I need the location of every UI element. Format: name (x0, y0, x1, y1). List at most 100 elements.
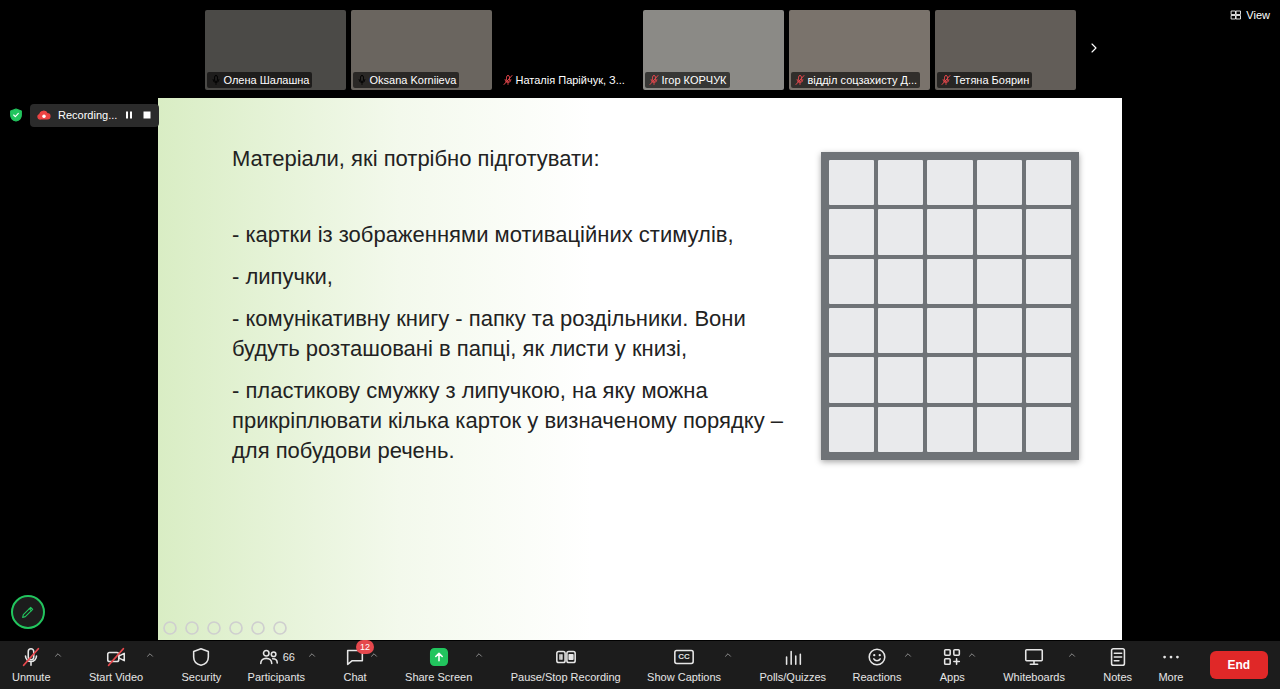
toolbar-label[interactable]: Reactions (852, 670, 901, 684)
photo-card (977, 209, 1022, 254)
shield-button[interactable]: Security (181, 646, 221, 684)
chat-button[interactable]: 12Chat (343, 646, 366, 684)
toolbar-label[interactable]: Show Captions (647, 670, 721, 684)
end-label[interactable]: End (1228, 656, 1251, 674)
toolbar-label[interactable]: Whiteboards (1003, 670, 1065, 684)
poll-icon (782, 646, 804, 668)
slide: Матеріали, які потрібно підготувати:- ка… (158, 98, 1122, 640)
toolbar-label[interactable]: Share Screen (405, 670, 472, 684)
more-button[interactable]: More (1158, 646, 1183, 684)
participant-name: Олена Шалашна (224, 73, 310, 87)
apps-button[interactable]: Apps (940, 646, 965, 684)
share-button[interactable]: Share Screen (405, 646, 472, 684)
photo-card (878, 209, 923, 254)
toolbar-item: 66Participants (248, 646, 317, 684)
icon-row (1160, 646, 1182, 668)
stop-icon[interactable] (141, 109, 153, 121)
toolbar-label[interactable]: Participants (248, 670, 305, 684)
photo-card (1026, 407, 1071, 452)
pause-icon[interactable] (123, 109, 135, 121)
photo-card (829, 308, 874, 353)
toolbar-item: Unmute (12, 646, 63, 684)
toolbar-label[interactable]: Unmute (12, 670, 51, 684)
caret-up-icon[interactable] (307, 650, 317, 660)
name-label: Тетяна Боярин (937, 72, 1033, 88)
toolbar-item: Security (181, 646, 221, 684)
toolbar-label[interactable]: More (1158, 670, 1183, 684)
toolbar-label[interactable]: Chat (343, 670, 366, 684)
bullet-item: - комунікативну книгу - папку та розділь… (232, 304, 802, 364)
board-icon (1023, 646, 1045, 668)
caret-up-icon[interactable] (723, 650, 733, 660)
notes-button[interactable]: Notes (1103, 646, 1132, 684)
photo-card (1026, 308, 1071, 353)
meeting-toolbar: Unmute Start Video Security 66Participants 1… (0, 641, 1280, 689)
photo-card (878, 160, 923, 205)
toolbar-label[interactable]: Apps (940, 670, 965, 684)
caret-up-icon[interactable] (145, 650, 155, 660)
share-area: Матеріали, які потрібно підготувати:- ка… (0, 98, 1280, 641)
cc-button[interactable]: CCShow Captions (647, 646, 721, 684)
caret-up-icon[interactable] (967, 650, 977, 660)
photo-card (927, 209, 972, 254)
cloud-record-icon (36, 107, 52, 123)
photo-card (878, 308, 923, 353)
smile-button[interactable]: Reactions (852, 646, 901, 684)
view-button[interactable]: View (1230, 7, 1270, 24)
more-icon (1160, 646, 1182, 668)
toolbar-label[interactable]: Notes (1103, 670, 1132, 684)
poll-button[interactable]: Polls/Quizzes (759, 646, 826, 684)
photo-card (829, 407, 874, 452)
photo-card (829, 209, 874, 254)
participant-tile[interactable]: Oksana Korniieva (351, 10, 492, 90)
participant-name: відділ соцзахисту Д... (808, 73, 918, 87)
caret-up-icon[interactable] (903, 650, 913, 660)
icon-row (1107, 646, 1129, 668)
toolbar-item: Notes (1103, 646, 1132, 684)
people-button[interactable]: 66Participants (248, 646, 305, 684)
annotate-button[interactable] (11, 595, 45, 629)
participant-name: Тетяна Боярин (954, 73, 1030, 87)
toolbar-label[interactable]: Security (181, 670, 221, 684)
participant-tile[interactable]: Ігор КОРЧУК (643, 10, 784, 90)
photo-card (829, 160, 874, 205)
video-button[interactable]: Start Video (89, 646, 143, 684)
icon-row (105, 646, 127, 668)
toolbar-label[interactable]: Start Video (89, 670, 143, 684)
toolbar-item: More (1158, 646, 1183, 684)
icon-row (428, 646, 450, 668)
caret-up-icon[interactable] (474, 650, 484, 660)
caret-up-icon[interactable] (53, 650, 63, 660)
toolbar-item: Reactions (852, 646, 913, 684)
end-button[interactable]: End (1210, 651, 1268, 679)
record-button[interactable]: Pause/Stop Recording (511, 646, 621, 684)
slide-text: Матеріали, які потрібно підготувати:- ка… (232, 142, 802, 466)
mic-icon (20, 646, 42, 668)
photo-card (1026, 259, 1071, 304)
mic-button[interactable]: Unmute (12, 646, 51, 684)
toolbar-item: Polls/Quizzes (759, 646, 826, 684)
caret-up-icon[interactable] (1067, 650, 1077, 660)
icon-row (782, 646, 804, 668)
participant-tile[interactable]: Тетяна Боярин (935, 10, 1076, 90)
recording-chip: Recording... (30, 104, 159, 127)
name-label: Олена Шалашна (207, 72, 313, 88)
recording-indicator: Recording... (8, 104, 159, 127)
apps-icon (941, 646, 963, 668)
photo-card (829, 357, 874, 402)
bullet-item: - пластикову смужку з липучкою, на яку м… (232, 376, 802, 466)
bullet-item: - картки із зображеннями мотиваційних ст… (232, 220, 802, 250)
view-label[interactable]: View (1246, 7, 1270, 24)
icon-row (20, 646, 42, 668)
photo-card (878, 357, 923, 402)
toolbar-label[interactable]: Pause/Stop Recording (511, 670, 621, 684)
board-button[interactable]: Whiteboards (1003, 646, 1065, 684)
participant-tile[interactable]: Наталія Парійчук, З... (497, 10, 638, 90)
toolbar-label[interactable]: Polls/Quizzes (759, 670, 826, 684)
photo-card (977, 259, 1022, 304)
participant-tile[interactable]: Олена Шалашна (205, 10, 346, 90)
icon-row (866, 646, 888, 668)
share-icon (428, 646, 450, 668)
pencil-icon (20, 604, 36, 620)
participant-tile[interactable]: відділ соцзахисту Д... (789, 10, 930, 90)
